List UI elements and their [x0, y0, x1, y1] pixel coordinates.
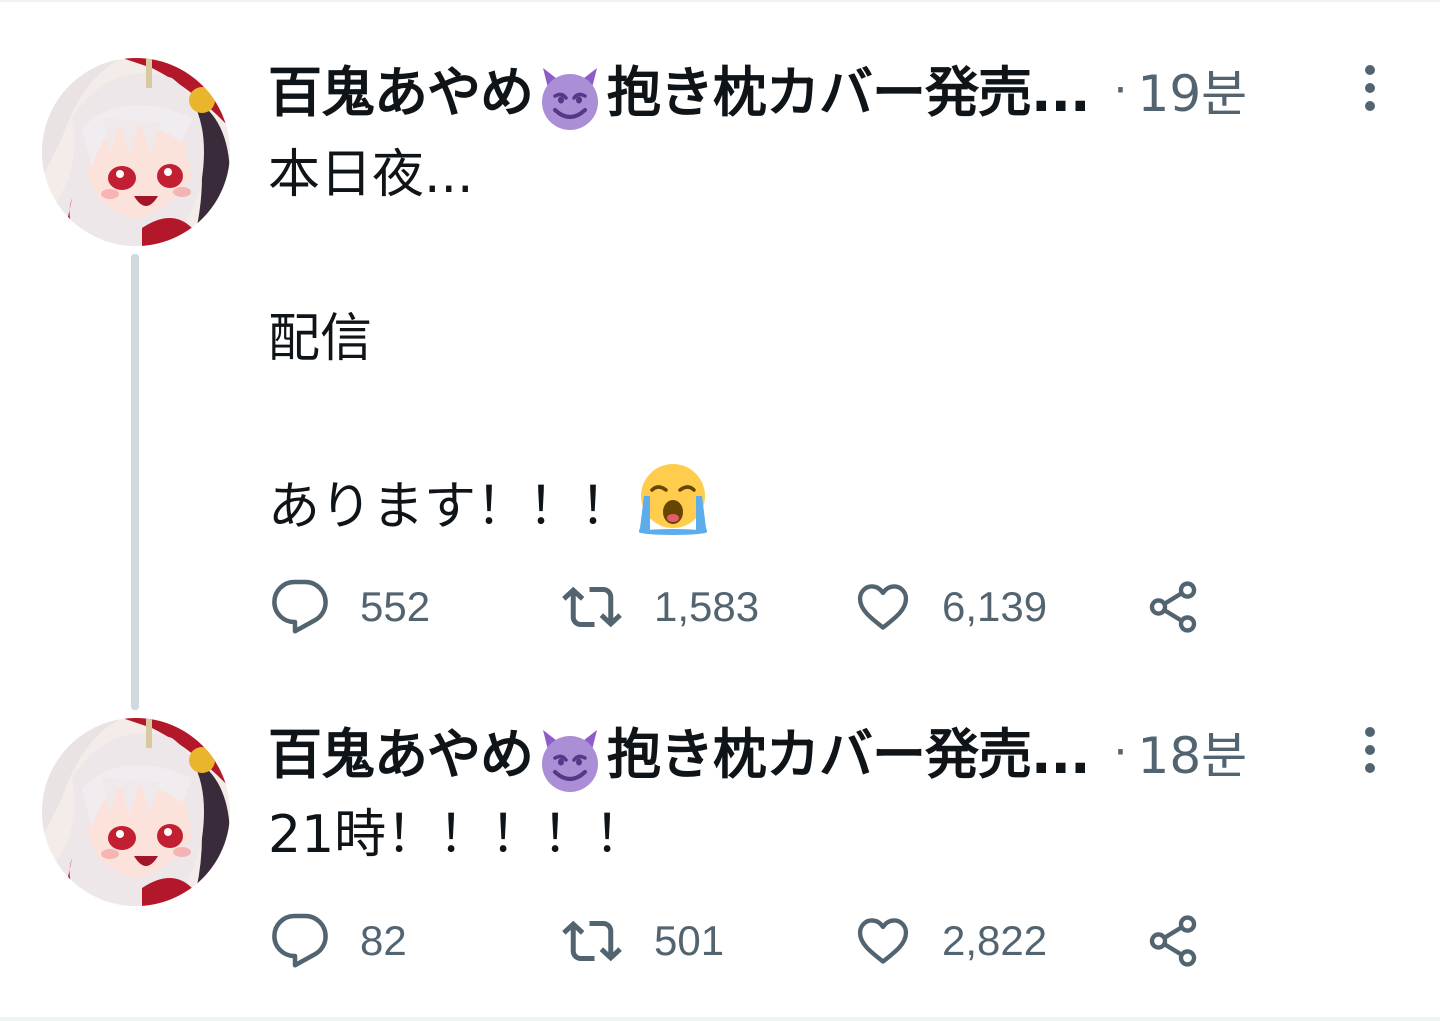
- retweet-button[interactable]: 501: [560, 906, 724, 976]
- smiling-devil-emoji-icon: [540, 727, 600, 794]
- more-icon: [1365, 727, 1375, 773]
- tweet-actions: 82 501 2,822: [270, 906, 1230, 976]
- author-name[interactable]: 百鬼あやめ 抱き枕カバー発売...: [268, 710, 1091, 794]
- author-name-part2: 抱き枕カバー発売...: [607, 723, 1091, 787]
- tweet-text: 21時！！！！！: [268, 794, 646, 876]
- share-button[interactable]: [1144, 906, 1202, 976]
- reply-icon: [272, 913, 328, 968]
- timestamp[interactable]: 18분: [1138, 716, 1248, 788]
- tweet[interactable]: 百鬼あやめ 抱き枕カバー発売... · 18분 21時！！！！！ 82 501 …: [0, 0, 1440, 1021]
- separator-dot: ·: [1113, 726, 1128, 778]
- timeline: 百鬼あやめ 抱き枕カバー発売... · 19분 本日夜... 配信 あります！！！: [0, 0, 1440, 1021]
- reply-button[interactable]: 82: [270, 906, 407, 976]
- like-button[interactable]: 2,822: [854, 906, 1047, 976]
- reply-count: 82: [360, 917, 407, 964]
- retweet-icon: [562, 920, 622, 962]
- author-name-part1: 百鬼あやめ: [268, 723, 534, 787]
- like-icon: [857, 918, 909, 964]
- more-options-button[interactable]: [1352, 722, 1388, 782]
- tweet-text-content: 21時！！！！！: [268, 805, 647, 865]
- tweet-header: 百鬼あやめ 抱き枕カバー発売... · 18분: [268, 714, 1248, 794]
- avatar[interactable]: [42, 718, 230, 906]
- retweet-count: 501: [654, 917, 725, 964]
- share-icon: [1149, 915, 1197, 967]
- bottom-divider: [0, 1017, 1440, 1021]
- like-count: 2,822: [942, 917, 1048, 964]
